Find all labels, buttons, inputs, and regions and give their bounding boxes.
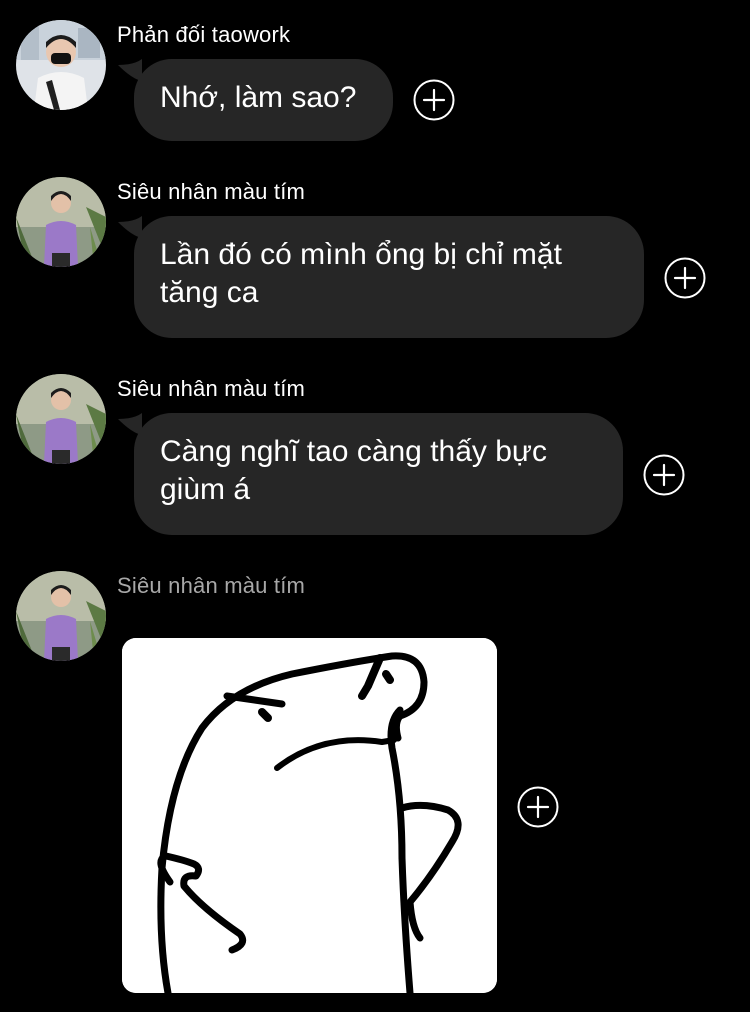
add-reaction-icon[interactable] [664, 257, 706, 299]
message-bubble[interactable]: Lần đó có mình ổng bị chỉ mặt tăng ca [118, 216, 644, 338]
sender-name: Siêu nhân màu tím [117, 179, 306, 204]
message-text: Lần đó có mình ổng bị chỉ mặt tăng ca [160, 238, 562, 309]
frog-meme-sticker[interactable] [122, 638, 497, 993]
message-bubble[interactable]: Nhớ, làm sao? [118, 59, 393, 141]
avatar[interactable] [16, 20, 106, 110]
message-text: Nhớ, làm sao? [160, 81, 357, 114]
add-reaction-icon[interactable] [643, 454, 685, 496]
sender-name: Siêu nhân màu tím [117, 376, 306, 401]
bubble-tail [118, 59, 142, 81]
avatar[interactable] [16, 177, 106, 267]
message-text: Càng nghĩ tao càng thấy bực giùm á [160, 435, 548, 506]
add-reaction-icon[interactable] [517, 786, 559, 828]
message-bubble[interactable]: Càng nghĩ tao càng thấy bực giùm á [118, 413, 623, 535]
sender-name: Siêu nhân màu tím [117, 573, 306, 598]
bubble-tail [118, 413, 142, 435]
avatar[interactable] [16, 571, 106, 661]
bubble-tail [118, 216, 142, 238]
sender-name: Phản đối taowork [117, 22, 291, 47]
avatar[interactable] [16, 374, 106, 464]
add-reaction-icon[interactable] [413, 79, 455, 121]
chat-thread: Phản đối taowork Nhớ, làm sao? Siêu nhân… [0, 0, 750, 1012]
